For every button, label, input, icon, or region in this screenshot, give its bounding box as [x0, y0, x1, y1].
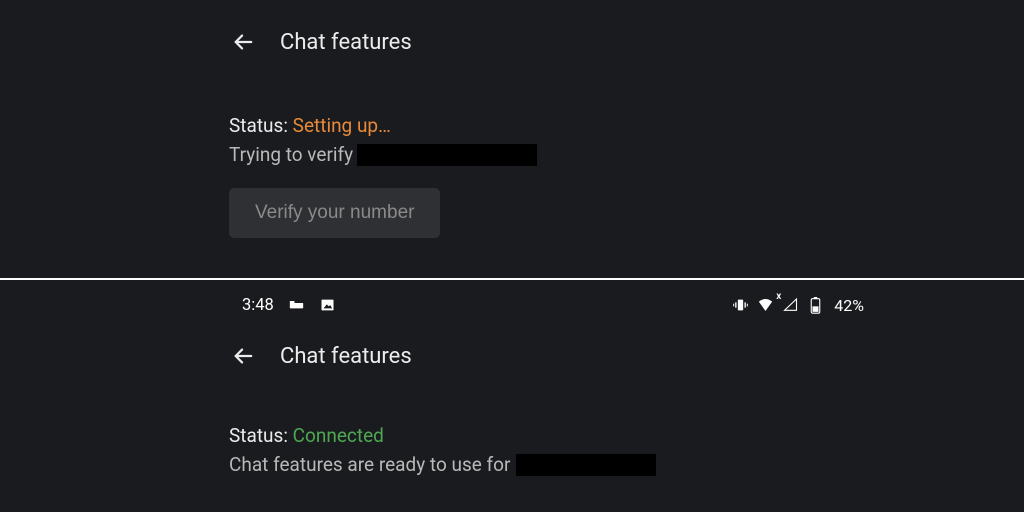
page-title: Chat features — [280, 30, 412, 55]
redacted-phone-number — [516, 454, 656, 476]
android-statusbar: 3:48 x 42% — [0, 280, 1024, 318]
status-line: Status: Connected — [229, 424, 1024, 447]
statusbar-right: x 42% — [732, 296, 864, 315]
header: Chat features — [0, 28, 1024, 56]
redacted-phone-number — [357, 144, 537, 166]
content-area: Status: Connected Chat features are read… — [0, 370, 1024, 476]
status-label: Status: — [229, 114, 293, 137]
cell-signal-icon — [782, 297, 799, 313]
status-value: Setting up… — [293, 114, 391, 137]
vibrate-icon — [732, 297, 749, 313]
verify-number-button[interactable]: Verify your number — [229, 188, 440, 238]
panel-setting-up: Chat features Status: Setting up… Trying… — [0, 0, 1024, 278]
subline-text: Trying to verify — [229, 143, 353, 166]
subline-text: Chat features are ready to use for — [229, 453, 510, 476]
bed-icon — [288, 297, 305, 313]
back-arrow-icon[interactable] — [232, 31, 254, 53]
content-area: Status: Setting up… Trying to verify Ver… — [0, 56, 1024, 238]
status-label: Status: — [229, 424, 293, 447]
battery-percent: 42% — [834, 296, 864, 315]
statusbar-left: 3:48 — [242, 296, 336, 315]
image-icon — [319, 297, 336, 313]
wifi-icon: x — [757, 297, 774, 313]
statusbar-time: 3:48 — [242, 296, 274, 315]
wifi-x-overlay: x — [776, 291, 781, 302]
back-arrow-icon[interactable] — [232, 345, 254, 367]
panel-connected: 3:48 x 42% — [0, 280, 1024, 512]
status-line: Status: Setting up… — [229, 114, 1024, 137]
battery-icon — [807, 297, 824, 313]
status-subline: Trying to verify — [229, 143, 1024, 166]
status-value: Connected — [293, 424, 384, 447]
page-title: Chat features — [280, 344, 412, 369]
status-subline: Chat features are ready to use for — [229, 453, 1024, 476]
header: Chat features — [0, 342, 1024, 370]
